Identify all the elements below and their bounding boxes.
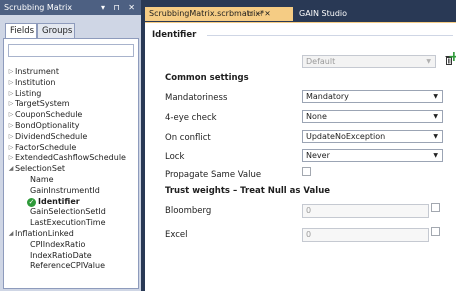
editor-panel: ScrubbingMatrix.scrbmatrix* ▫ ⊣ ✕ GAIN S… [145,0,456,291]
tree-node-label: Name [30,174,54,184]
tree-node[interactable]: GainSelectionSetId [4,207,138,218]
tree-node-label: CouponSchedule [15,110,83,120]
collapsed-arrow-icon[interactable]: ▷ [7,99,15,110]
tree-node-label: BondOptionality [15,120,80,130]
expanded-arrow-icon[interactable]: ◢ [7,229,15,240]
panel-header: Scrubbing Matrix ▾ ⊓ ✕ [0,0,141,15]
add-icon[interactable]: + [448,50,456,64]
bloomberg-weight-field[interactable]: 0 [302,204,429,218]
chevron-down-icon: ▼ [433,152,438,159]
tree-node[interactable]: ▷ Instrument [4,67,138,78]
tree-node-label: DividendSchedule [15,131,88,141]
tree-node-label: IndexRatioDate [30,250,92,260]
on-conflict-select[interactable]: UpdateNoException ▼ [302,130,443,143]
profile-select-value: Default [306,57,336,66]
profile-select[interactable]: Default ▼ [302,55,436,68]
trust-weights-heading: Trust weights – Treat Null as Value [165,186,331,196]
tree-node-label: Instrument [15,67,60,76]
mandatoriness-select[interactable]: Mandatory ▼ [302,90,443,103]
tree-node[interactable]: ▷ DividendSchedule [4,132,138,143]
excel-null-checkbox[interactable] [431,227,440,236]
tab-fields[interactable]: Fields [5,23,37,38]
tree-node[interactable]: ✓ Identifier [4,197,138,208]
four-eye-check-label: 4-eye check [165,113,217,123]
tree-node-label: FactorSchedule [15,142,77,152]
section-divider [207,35,453,36]
lock-select[interactable]: Never ▼ [302,149,443,162]
fields-tree: ▷ Instrument ▷ Institution ▷ Listing ▷ TargetSy… [4,67,138,272]
tree-node[interactable]: ▷ Listing [4,89,138,100]
tree-node[interactable]: Name [4,175,138,186]
tree-node[interactable]: ▷ ExtendedCashflowSchedule [4,153,138,164]
panel-title: Scrubbing Matrix [4,3,73,12]
tree-node-label: CPIIndexRatio [30,239,86,249]
tree-node-label: GainInstrumentId [30,185,100,195]
tab-controls[interactable]: ▫ ⊣ ✕ [248,7,271,21]
tree-node-label: Listing [15,88,42,98]
excel-label: Excel [165,230,188,240]
tree-node[interactable]: GainInstrumentId [4,186,138,197]
expanded-arrow-icon[interactable]: ◢ [7,164,15,175]
tree-node-label: GainSelectionSetId [30,207,106,217]
collapsed-arrow-icon[interactable]: ▷ [7,67,15,78]
four-eye-check-value: None [306,112,327,121]
common-settings-heading: Common settings [165,73,249,83]
editor-content: Identifier Default ▼ + Common settings M… [145,22,456,291]
collapsed-arrow-icon[interactable]: ▷ [7,78,15,89]
chevron-down-icon: ▼ [433,93,438,100]
tab-gain-studio[interactable]: GAIN Studio [295,7,365,21]
chevron-down-icon: ▼ [433,133,438,140]
tree-node-label: ReferenceCPIValue [30,261,106,271]
tree-node[interactable]: ◢ InflationLinked [4,229,138,240]
tree-node[interactable]: ▷ BondOptionality [4,121,138,132]
on-conflict-label: On conflict [165,133,211,143]
tree-node[interactable]: ▷ CouponSchedule [4,110,138,121]
check-circle-icon: ✓ [27,197,36,207]
tree-node-label: ExtendedCashflowSchedule [15,153,126,163]
lock-value: Never [306,151,330,160]
tree-node[interactable]: CPIIndexRatio [4,240,138,251]
fields-tree-container: ▷ Instrument ▷ Institution ▷ Listing ▷ TargetSy… [3,38,139,289]
document-tabstrip: ScrubbingMatrix.scrbmatrix* ▫ ⊣ ✕ GAIN S… [145,0,456,22]
collapsed-arrow-icon[interactable]: ▷ [7,121,15,132]
mandatoriness-value: Mandatory [306,92,349,101]
tree-node[interactable]: LastExecutionTime [4,218,138,229]
tab-groups[interactable]: Groups [37,23,75,38]
tree-node-label: TargetSystem [15,99,70,109]
panel-window-controls[interactable]: ▾ ⊓ ✕ [101,0,138,15]
bloomberg-null-checkbox[interactable] [431,203,440,212]
propagate-label: Propagate Same Value [165,170,262,180]
collapsed-arrow-icon[interactable]: ▷ [7,132,15,143]
tree-node-label: LastExecutionTime [30,218,106,228]
tab-label: ScrubbingMatrix.scrbmatrix* [149,9,265,18]
scrubbing-matrix-panel: Scrubbing Matrix ▾ ⊓ ✕ Fields Groups ▷ In… [0,0,141,291]
collapsed-arrow-icon[interactable]: ▷ [7,143,15,154]
tree-node[interactable]: ◢ SelectionSet [4,164,138,175]
tree-node-label: Identifier [38,196,80,206]
propagate-checkbox[interactable] [302,167,311,176]
four-eye-check-select[interactable]: None ▼ [302,110,443,123]
chevron-down-icon: ▼ [433,113,438,120]
lock-label: Lock [165,152,185,162]
section-title: Identifier [152,30,197,40]
tab-scrubbing-matrix[interactable]: ScrubbingMatrix.scrbmatrix* ▫ ⊣ ✕ [145,7,293,21]
panel-tabs: Fields Groups [0,15,141,38]
chevron-down-icon: ▼ [426,58,431,65]
tree-node-label: SelectionSet [15,164,66,174]
tree-node-label: Institution [15,77,56,87]
tree-node[interactable]: ▷ TargetSystem [4,99,138,110]
tree-node-label: InflationLinked [15,228,74,238]
tree-node[interactable]: ▷ Institution [4,78,138,89]
collapsed-arrow-icon[interactable]: ▷ [7,89,15,100]
tree-node[interactable]: ReferenceCPIValue [4,261,138,272]
tree-node[interactable]: IndexRatioDate [4,251,138,262]
collapsed-arrow-icon[interactable]: ▷ [7,153,15,164]
bloomberg-label: Bloomberg [165,206,212,216]
search-input[interactable] [8,44,134,57]
mandatoriness-label: Mandatoriness [165,93,228,103]
tree-node[interactable]: ▷ FactorSchedule [4,143,138,154]
collapsed-arrow-icon[interactable]: ▷ [7,110,15,121]
excel-weight-field[interactable]: 0 [302,228,429,242]
on-conflict-value: UpdateNoException [306,132,386,141]
